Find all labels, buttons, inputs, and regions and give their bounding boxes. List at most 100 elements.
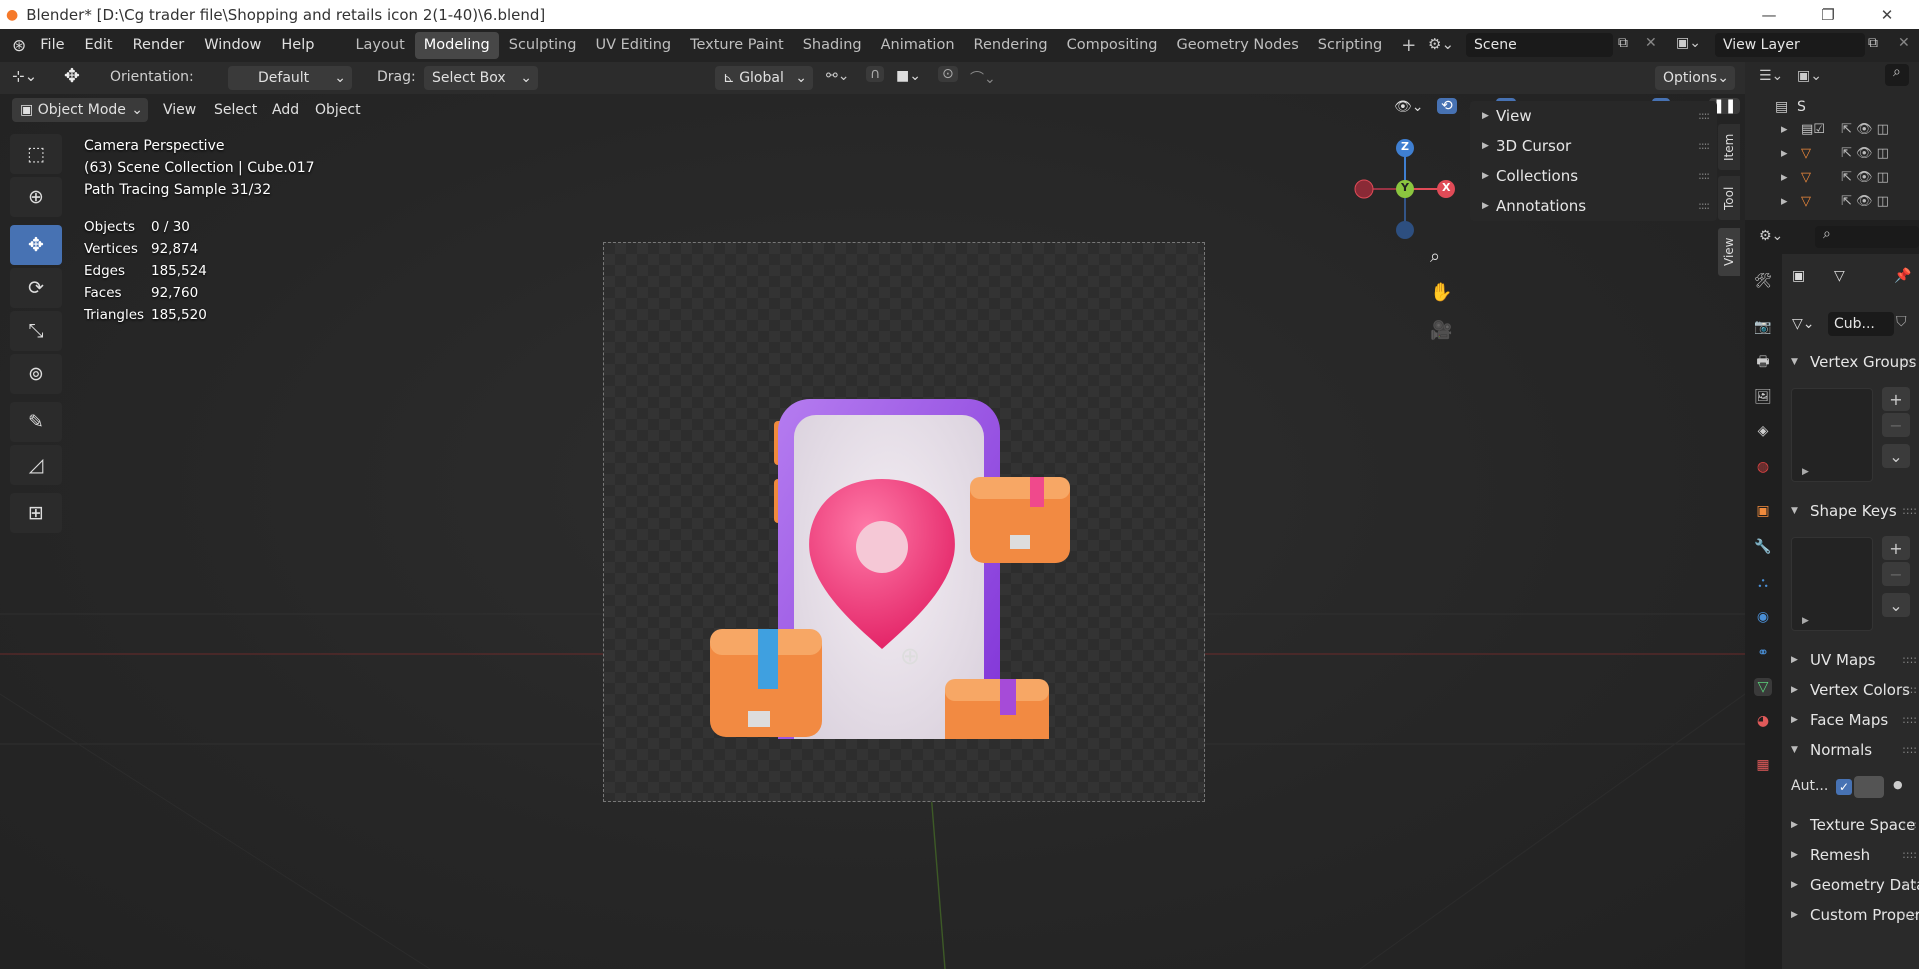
section-vertex-colors[interactable]: ▶ Vertex Colors:::: [1782,675,1919,705]
editor-type-icon[interactable]: ☰⌄ [1759,68,1783,84]
viewport-menu-select[interactable]: Select [206,98,265,122]
viewport-menu-view[interactable]: View [155,98,204,122]
section-face-maps[interactable]: ▶ Face Maps:::: [1782,705,1919,735]
remove-scene-icon[interactable]: ✕ [1645,35,1657,51]
tab-scripting[interactable]: Scripting [1309,32,1391,59]
mesh-name-field[interactable]: Cub... [1828,312,1894,336]
remove-shape-key-button[interactable]: − [1882,562,1910,586]
section-normals[interactable]: ▼ Normals:::: [1782,735,1919,765]
properties-search-icon[interactable]: ⌕ [1815,226,1919,248]
copy-scene-icon[interactable]: ⧉ [1618,35,1628,51]
mode-dropdown[interactable]: ▣ Object Mode ⌄ [12,98,148,122]
auto-smooth-checkbox[interactable]: ✓ [1836,779,1852,795]
shape-keys-list[interactable]: ▶ [1791,537,1873,631]
maximize-button[interactable]: ❐ [1805,0,1851,29]
shape-key-menu-button[interactable]: ⌄ [1882,593,1910,617]
section-geometry-data[interactable]: ▶ Geometry Data:::: [1782,870,1919,900]
tab-item[interactable]: Item [1718,124,1740,170]
render-tab-icon[interactable]: 📷 [1754,318,1772,336]
menu-window[interactable]: Window [194,29,271,62]
tab-modeling[interactable]: Modeling [414,32,499,59]
vertex-group-menu-button[interactable]: ⌄ [1882,444,1910,468]
menu-render[interactable]: Render [123,29,195,62]
view-layer-tab-icon[interactable]: 🖼 [1754,388,1772,406]
constraints-tab-icon[interactable]: ⚭ [1754,644,1772,662]
tab-rendering[interactable]: Rendering [965,32,1057,59]
remove-vertex-group-button[interactable]: − [1882,413,1910,437]
outliner-row[interactable]: ▸ ▤☑ ⇱ 👁 ◫ [1745,122,1919,146]
tool-tab-icon[interactable]: 🛠 [1754,272,1772,290]
3d-viewport[interactable]: ▣ Object Mode ⌄ View Select Add Object 👁⌄… [0,94,1745,969]
rotate-tool[interactable]: ⟳ [10,268,62,308]
camera-view-icon[interactable]: 🎥 [1430,320,1452,341]
orientation-dropdown[interactable]: Default ⌄ [228,66,352,90]
material-tab-icon[interactable]: ◕ [1754,712,1772,730]
add-vertex-group-button[interactable]: + [1882,387,1910,411]
move-tool[interactable]: ✥ [10,225,62,265]
remove-view-layer-icon[interactable]: ✕ [1898,35,1910,51]
panel-collections[interactable]: ▶ Collections:::: [1470,161,1717,191]
output-tab-icon[interactable]: 🖶 [1754,354,1772,372]
texture-tab-icon[interactable]: ▦ [1754,756,1772,774]
copy-view-layer-icon[interactable]: ⧉ [1868,35,1878,51]
auto-smooth-angle-field[interactable] [1854,776,1884,798]
annotate-tool[interactable]: ✎ [10,402,62,442]
scene-tab-icon[interactable]: ◈ [1754,422,1772,440]
keyframe-dot-icon[interactable]: ● [1893,778,1903,791]
search-icon[interactable]: ⌕ [1885,64,1909,86]
menu-edit[interactable]: Edit [75,29,123,62]
panel-annotations[interactable]: ▶ Annotations:::: [1470,191,1717,221]
falloff-icon[interactable]: ⌒⌄ [970,68,996,88]
scene-name-field[interactable]: Scene [1466,33,1613,57]
add-workspace-button[interactable]: + [1392,32,1425,59]
tab-compositing[interactable]: Compositing [1058,32,1167,59]
options-dropdown[interactable]: Options ⌄ [1655,66,1735,90]
display-mode-icon[interactable]: ▣⌄ [1797,68,1822,84]
section-remesh[interactable]: ▶ Remesh:::: [1782,840,1919,870]
active-tool-icon[interactable]: ⊹⌄ [12,67,37,85]
proportional-edit-icon[interactable]: ⊙ [938,66,958,82]
section-custom-properties[interactable]: ▶Custom Properties:::: [1782,900,1919,930]
vertex-groups-list[interactable]: ▶ [1791,388,1873,482]
panel-3d-cursor[interactable]: ▶ 3D Cursor:::: [1470,131,1717,161]
measure-tool[interactable]: ◿ [10,445,62,485]
outliner-row[interactable]: ▸ ▽ ⇱ 👁 ◫ [1745,194,1919,218]
section-texture-space[interactable]: ▶ Texture Space:::: [1782,810,1919,840]
panel-view[interactable]: ▶ View:::: [1470,101,1717,131]
zoom-icon[interactable]: ⌕ [1430,246,1440,267]
tab-uv-editing[interactable]: UV Editing [586,32,680,59]
add-cube-tool[interactable]: ⊞ [10,493,62,533]
tab-view[interactable]: View [1718,228,1740,276]
blender-menu-icon[interactable]: ⊛ [12,36,26,56]
section-uv-maps[interactable]: ▶ UV Maps:::: [1782,645,1919,675]
cursor-tool[interactable]: ⊕ [10,177,62,217]
view-layer-icon[interactable]: ▣⌄ [1676,35,1701,51]
outliner-row[interactable]: ▸ ▽ ⇱ 👁 ◫ [1745,146,1919,170]
viewport-menu-object[interactable]: Object [307,98,369,122]
object-tab-icon[interactable]: ▣ [1754,502,1772,520]
transform-orientation-dropdown[interactable]: ⊾ Global ⌄ [715,66,813,90]
section-shape-keys[interactable]: ▼ Shape Keys:::: [1782,496,1919,526]
fake-user-icon[interactable]: ⛉ [1896,314,1907,330]
snap-icon[interactable]: ∩ [866,66,885,82]
tab-tool[interactable]: Tool [1718,176,1740,220]
tab-texture-paint[interactable]: Texture Paint [681,32,793,59]
visibility-icon[interactable]: 👁⌄ [1394,99,1424,115]
pan-hand-icon[interactable]: ✋ [1430,282,1452,303]
section-vertex-groups[interactable]: ▼ Vertex Groups:::: [1782,347,1919,377]
world-tab-icon[interactable]: ◍ [1754,458,1772,476]
physics-tab-icon[interactable]: ◉ [1754,608,1772,626]
select-box-tool[interactable]: ⬚ [10,134,62,174]
transform-tool[interactable]: ⊚ [10,354,62,394]
drag-dropdown[interactable]: Select Box ⌄ [424,66,538,90]
data-tab-icon[interactable]: ▽ [1754,678,1772,696]
tab-layout[interactable]: Layout [346,32,413,59]
tab-geometry-nodes[interactable]: Geometry Nodes [1167,32,1307,59]
minimize-button[interactable]: — [1746,0,1792,29]
tab-shading[interactable]: Shading [794,32,871,59]
tab-animation[interactable]: Animation [872,32,964,59]
modifier-tab-icon[interactable]: 🔧 [1754,538,1772,556]
scale-tool[interactable]: ⤡ [10,311,62,351]
scene-icon[interactable]: ⚙⌄ [1428,35,1454,53]
menu-file[interactable]: File [30,29,74,62]
